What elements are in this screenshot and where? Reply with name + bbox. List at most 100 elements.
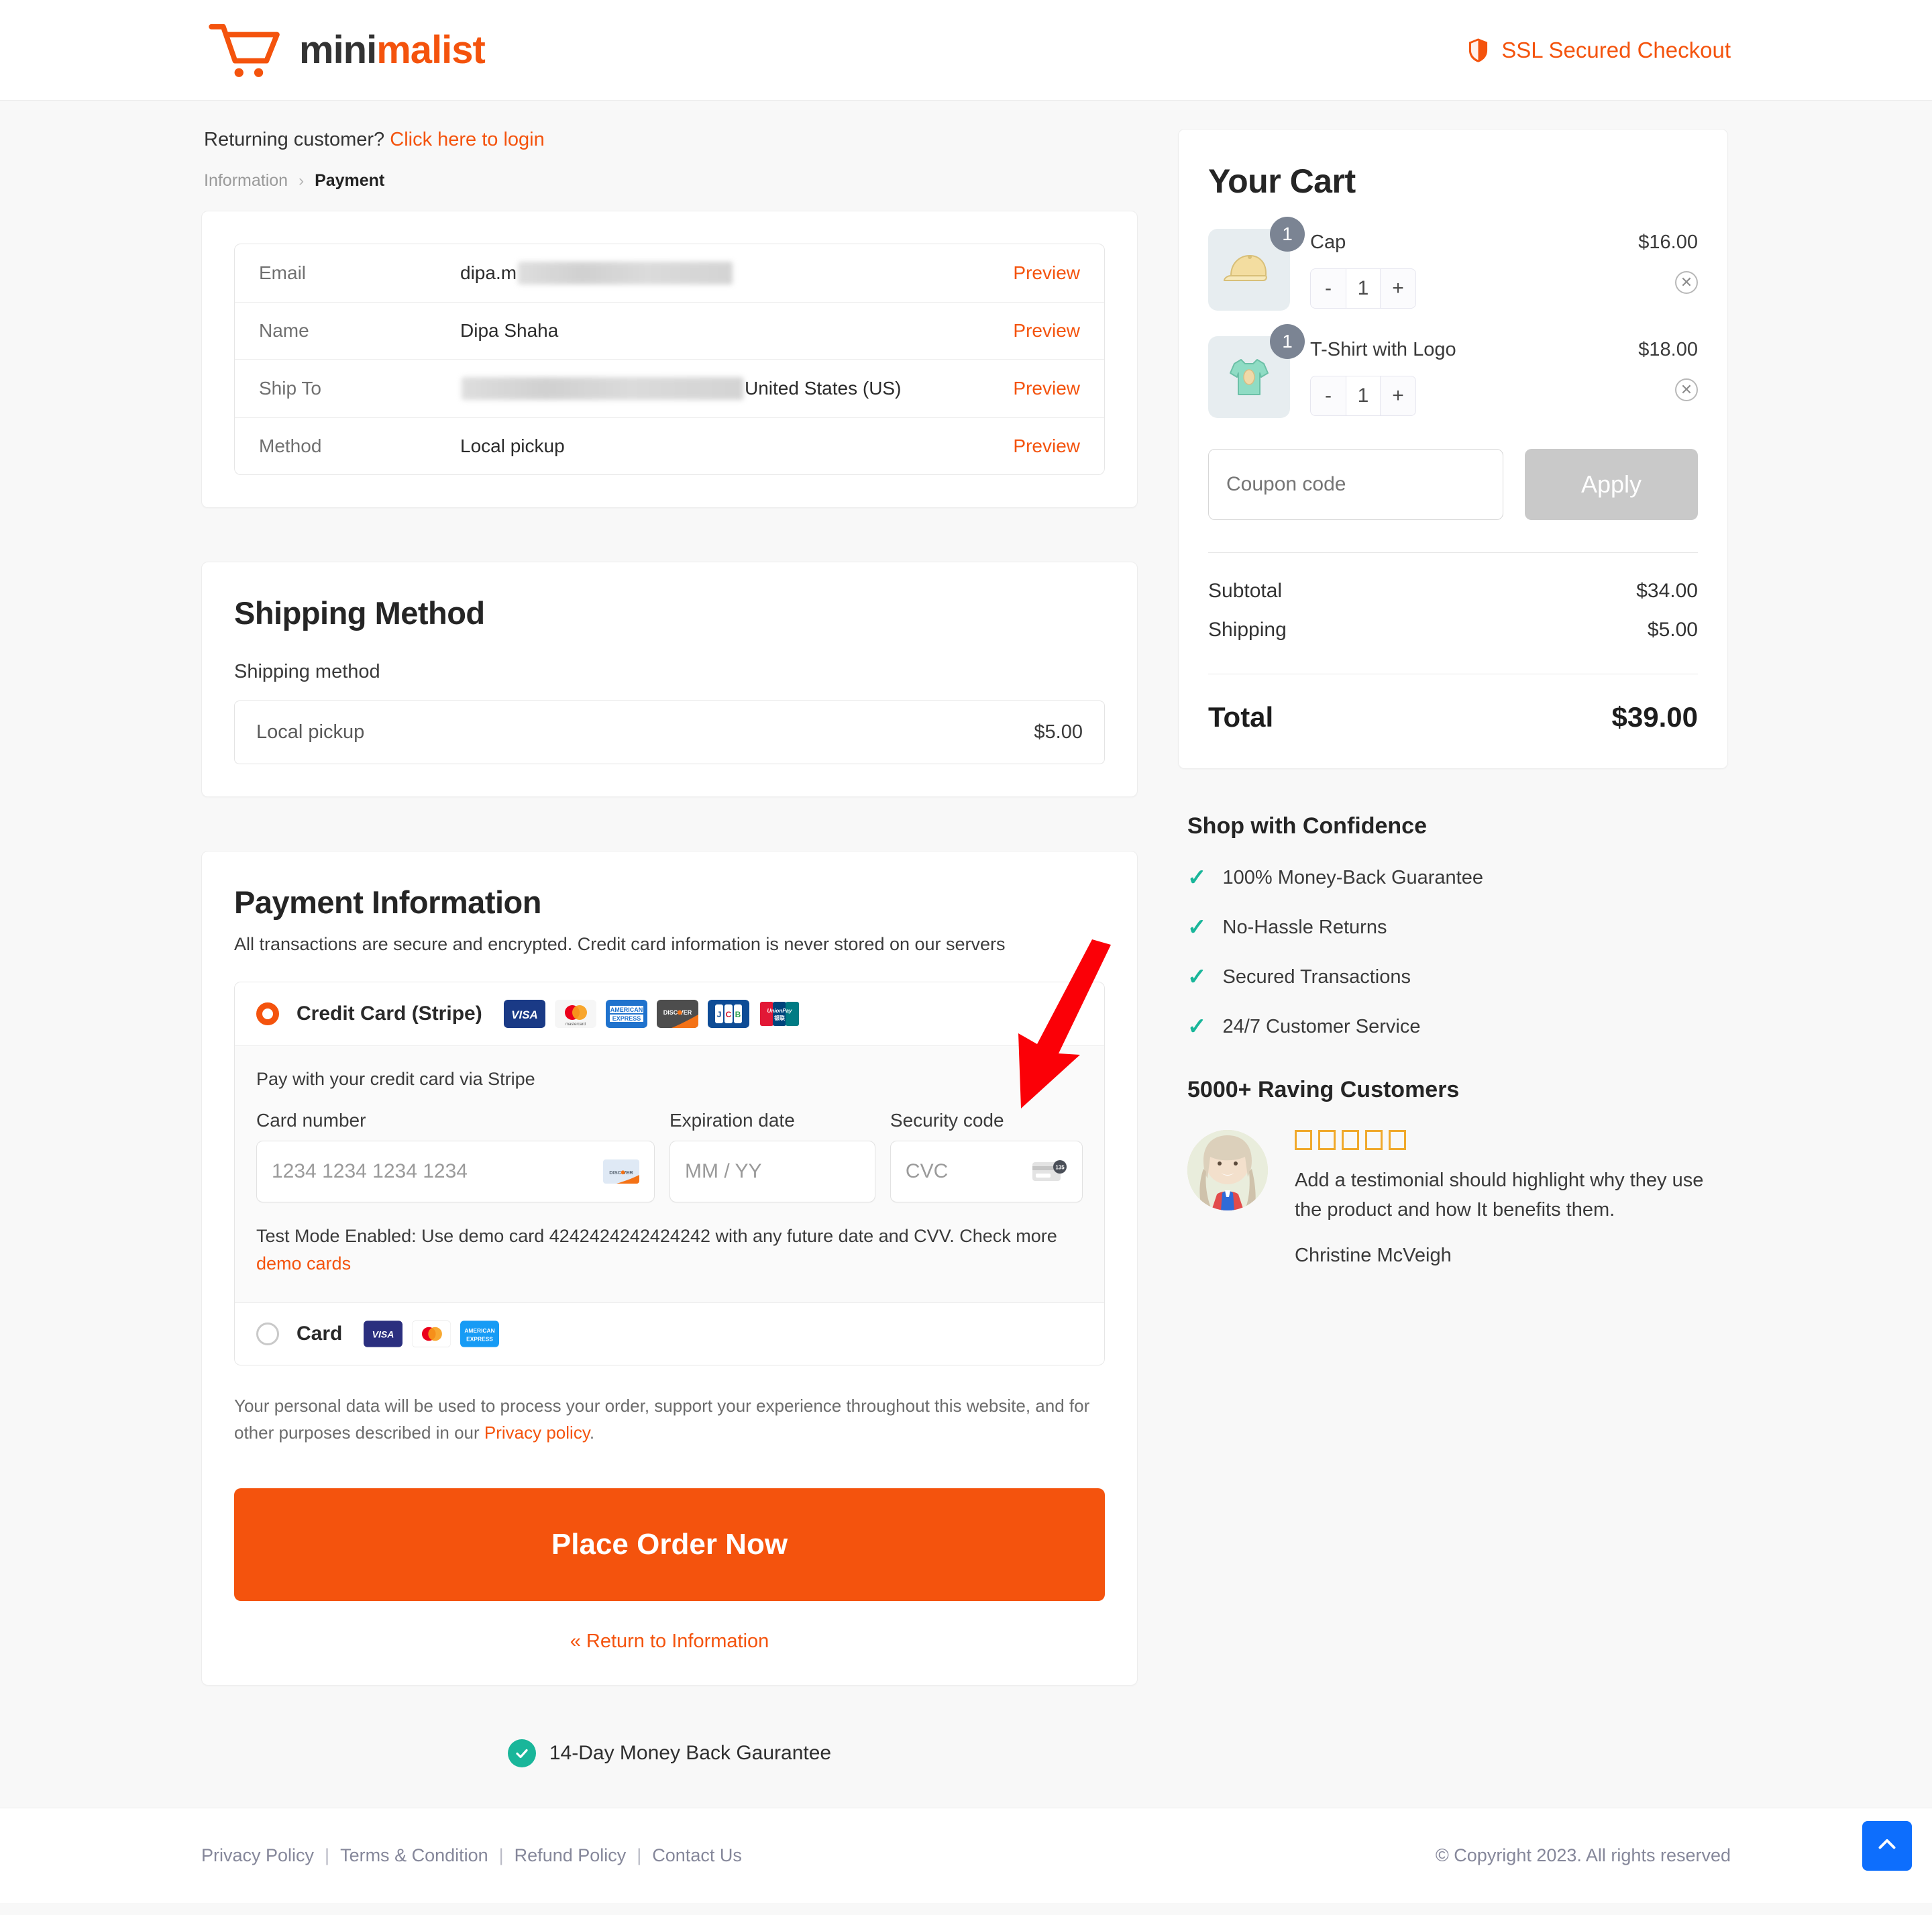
breadcrumb: Information › Payment <box>204 171 1138 191</box>
footer-link-privacy-policy[interactable]: Privacy Policy <box>201 1845 314 1866</box>
coupon-row: Apply <box>1208 449 1698 520</box>
info-value-email-text: dipa.m <box>460 262 517 283</box>
divider <box>1208 552 1698 553</box>
remove-item-button[interactable]: ✕ <box>1675 271 1698 294</box>
remove-item-button[interactable]: ✕ <box>1675 378 1698 401</box>
test-mode-note: Test Mode Enabled: Use demo card 4242424… <box>256 1223 1083 1277</box>
shipping-option-local-pickup[interactable]: Local pickup $5.00 <box>234 701 1105 764</box>
payment-information-title: Payment Information <box>234 884 541 920</box>
demo-cards-link[interactable]: demo cards <box>256 1250 1083 1278</box>
site-footer: Privacy Policy | Terms & Condition | Ref… <box>0 1807 1932 1903</box>
cvc-card-icon: 135 <box>1032 1160 1067 1181</box>
info-label-email: Email <box>259 262 307 283</box>
shipping-option-name: Local pickup <box>256 721 365 743</box>
cart-item-qty-badge: 1 <box>1270 324 1305 359</box>
testimonial: Add a testimonial should highlight why t… <box>1187 1130 1728 1267</box>
coupon-input[interactable] <box>1208 449 1503 520</box>
svg-text:B: B <box>735 1010 741 1019</box>
cart-item-name: Cap <box>1310 231 1346 253</box>
payment-option-card[interactable]: Card VISA AMERICAN EXPRESS <box>235 1303 1104 1365</box>
privacy-note-text: Your personal data will be used to proce… <box>234 1396 1090 1443</box>
security-code-field-group: Security code CVC 135 <box>890 1110 1083 1202</box>
svg-text:EXPRESS: EXPRESS <box>467 1335 494 1342</box>
check-icon: ✓ <box>1187 964 1207 990</box>
radio-card[interactable] <box>256 1323 279 1345</box>
expiration-input[interactable]: MM / YY <box>669 1141 875 1202</box>
checkout-sidebar: Your Cart 1 Cap - 1 + $16.00 ✕ 1 T-Shirt… <box>1178 129 1728 1267</box>
brand-logo[interactable]: minimalist <box>208 21 486 79</box>
redacted-address <box>462 377 743 400</box>
table-row: Name Dipa Shaha Preview <box>235 303 1104 360</box>
card-number-placeholder: 1234 1234 1234 1234 <box>272 1160 468 1182</box>
place-order-button[interactable]: Place Order Now <box>234 1488 1105 1601</box>
privacy-policy-link[interactable]: Privacy policy <box>484 1422 590 1443</box>
star-icon <box>1318 1130 1336 1150</box>
payment-option-credit-card-stripe[interactable]: Credit Card (Stripe) VISA mastercard AME… <box>235 982 1104 1046</box>
apply-coupon-button[interactable]: Apply <box>1525 449 1698 520</box>
footer-link-contact-us[interactable]: Contact Us <box>652 1845 742 1866</box>
money-back-guarantee-label: 14-Day Money Back Gaurantee <box>549 1741 832 1764</box>
cart-title: Your Cart <box>1208 162 1356 200</box>
security-code-input[interactable]: CVC 135 <box>890 1141 1083 1202</box>
card-number-input[interactable]: 1234 1234 1234 1234 DISC VER <box>256 1141 655 1202</box>
info-label-method: Method <box>259 435 322 456</box>
amex-icon: AMERICAN EXPRESS <box>605 1000 647 1028</box>
order-information-table: Email dipa.m Preview Name Dipa Shaha Pre… <box>234 244 1105 475</box>
footer-link-refund-policy[interactable]: Refund Policy <box>515 1845 627 1866</box>
amex-icon: AMERICAN EXPRESS <box>460 1321 500 1347</box>
quantity-value[interactable]: 1 <box>1346 376 1381 415</box>
subtotal-value: $34.00 <box>1636 580 1698 602</box>
quantity-stepper[interactable]: - 1 + <box>1310 376 1416 416</box>
preview-link-name[interactable]: Preview <box>1013 320 1080 342</box>
preview-link-method[interactable]: Preview <box>1013 435 1080 457</box>
stripe-lead-text: Pay with your credit card via Stripe <box>256 1069 535 1089</box>
card-number-label: Card number <box>256 1110 366 1131</box>
breadcrumb-information[interactable]: Information <box>204 171 288 191</box>
table-row: Ship To United States (US) Preview <box>235 360 1104 418</box>
redacted-email <box>518 262 733 284</box>
footer-separator: | <box>498 1845 504 1865</box>
tshirt-icon <box>1230 359 1269 395</box>
testimonial-block: 5000+ Raving Customers Add a testimonial… <box>1178 1077 1728 1267</box>
footer-separator: | <box>325 1845 330 1865</box>
list-item: ✓ Secured Transactions <box>1187 966 1728 988</box>
footer-link-terms[interactable]: Terms & Condition <box>340 1845 488 1866</box>
preview-link-email[interactable]: Preview <box>1013 262 1080 284</box>
test-mode-note-text: Test Mode Enabled: Use demo card 4242424… <box>256 1226 1057 1246</box>
radio-credit-card-stripe[interactable] <box>256 1002 279 1025</box>
list-item: 1 Cap - 1 + $16.00 ✕ <box>1208 217 1698 311</box>
mastercard-icon: mastercard <box>554 1000 596 1028</box>
confidence-item-label: Secured Transactions <box>1222 966 1411 988</box>
preview-link-ship-to[interactable]: Preview <box>1013 378 1080 399</box>
breadcrumb-payment: Payment <box>315 171 385 190</box>
cap-icon <box>1223 254 1267 281</box>
payment-information-description: All transactions are secure and encrypte… <box>234 934 1006 954</box>
check-icon: ✓ <box>1187 865 1207 890</box>
quantity-stepper[interactable]: - 1 + <box>1310 268 1416 309</box>
login-link[interactable]: Click here to login <box>390 129 545 150</box>
decrease-quantity-button[interactable]: - <box>1311 376 1346 415</box>
return-to-information-link[interactable]: « Return to Information <box>234 1631 1105 1653</box>
info-value-ship-to: United States (US) <box>460 377 1013 400</box>
star-icon <box>1389 1130 1406 1150</box>
testimonial-title: 5000+ Raving Customers <box>1187 1077 1460 1102</box>
info-value-method: Local pickup <box>460 435 565 456</box>
svg-text:J: J <box>716 1010 721 1019</box>
total-label: Total <box>1208 701 1274 733</box>
ssl-label: SSL Secured Checkout <box>1501 37 1731 62</box>
privacy-note-end: . <box>589 1422 595 1443</box>
cart-summary-card: Your Cart 1 Cap - 1 + $16.00 ✕ 1 T-Shirt… <box>1178 129 1728 769</box>
testimonial-text: Add a testimonial should highlight why t… <box>1295 1170 1704 1221</box>
quantity-value[interactable]: 1 <box>1346 269 1381 308</box>
scroll-to-top-button[interactable] <box>1862 1821 1912 1871</box>
cart-item-right: $18.00 ✕ <box>1591 336 1698 401</box>
increase-quantity-button[interactable]: + <box>1381 269 1415 308</box>
shipping-label: Shipping <box>1208 619 1287 641</box>
check-circle-icon <box>507 1739 536 1767</box>
info-label-name: Name <box>259 320 309 341</box>
shipping-row: Shipping $5.00 <box>1208 619 1698 641</box>
decrease-quantity-button[interactable]: - <box>1311 269 1346 308</box>
increase-quantity-button[interactable]: + <box>1381 376 1415 415</box>
visa-icon: VISA <box>364 1321 403 1347</box>
card-brand-icons: VISA mastercard AMERICAN EXPRESS DISC VE… <box>503 1000 800 1028</box>
